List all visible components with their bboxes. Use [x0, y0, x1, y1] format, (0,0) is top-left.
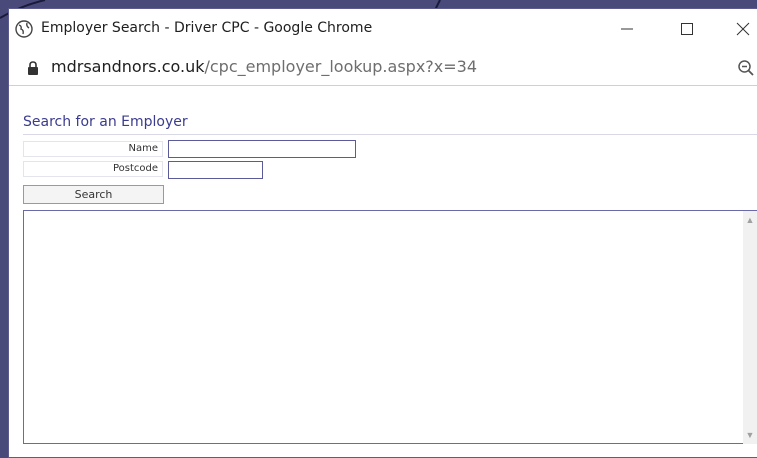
- title-bar[interactable]: Employer Search - Driver CPC - Google Ch…: [9, 9, 757, 49]
- results-scrollbar[interactable]: ▲ ▼: [743, 211, 757, 444]
- search-button[interactable]: Search: [23, 185, 164, 204]
- scroll-up-arrow-icon[interactable]: ▲: [745, 215, 755, 225]
- postcode-input[interactable]: [168, 161, 263, 179]
- url-text[interactable]: mdrsandnors.co.uk/cpc_employer_lookup.as…: [51, 57, 477, 76]
- url-host: mdrsandnors.co.uk: [51, 57, 205, 76]
- postcode-label: Postcode: [23, 161, 163, 177]
- scroll-down-arrow-icon[interactable]: ▼: [745, 430, 755, 440]
- maximize-icon: [681, 23, 693, 35]
- lock-icon[interactable]: [27, 61, 39, 75]
- url-path: /cpc_employer_lookup.aspx?x=34: [204, 57, 478, 76]
- browser-popup-window: Employer Search - Driver CPC - Google Ch…: [8, 8, 757, 458]
- results-panel[interactable]: [23, 211, 743, 444]
- minimize-icon: [621, 28, 633, 30]
- close-icon: [736, 22, 750, 36]
- close-button[interactable]: [723, 15, 757, 43]
- maximize-button[interactable]: [667, 15, 707, 43]
- window-title: Employer Search - Driver CPC - Google Ch…: [41, 20, 373, 36]
- page-title: Search for an Employer: [23, 114, 188, 130]
- address-bar[interactable]: mdrsandnors.co.uk/cpc_employer_lookup.as…: [9, 49, 757, 86]
- title-divider: [23, 134, 757, 135]
- name-input[interactable]: [168, 140, 356, 158]
- minimize-button[interactable]: [607, 15, 647, 43]
- zoom-out-icon[interactable]: [737, 59, 755, 77]
- globe-icon: [15, 20, 33, 38]
- page-content: Search for an Employer Name Postcode Sea…: [9, 86, 757, 457]
- name-label: Name: [23, 141, 163, 157]
